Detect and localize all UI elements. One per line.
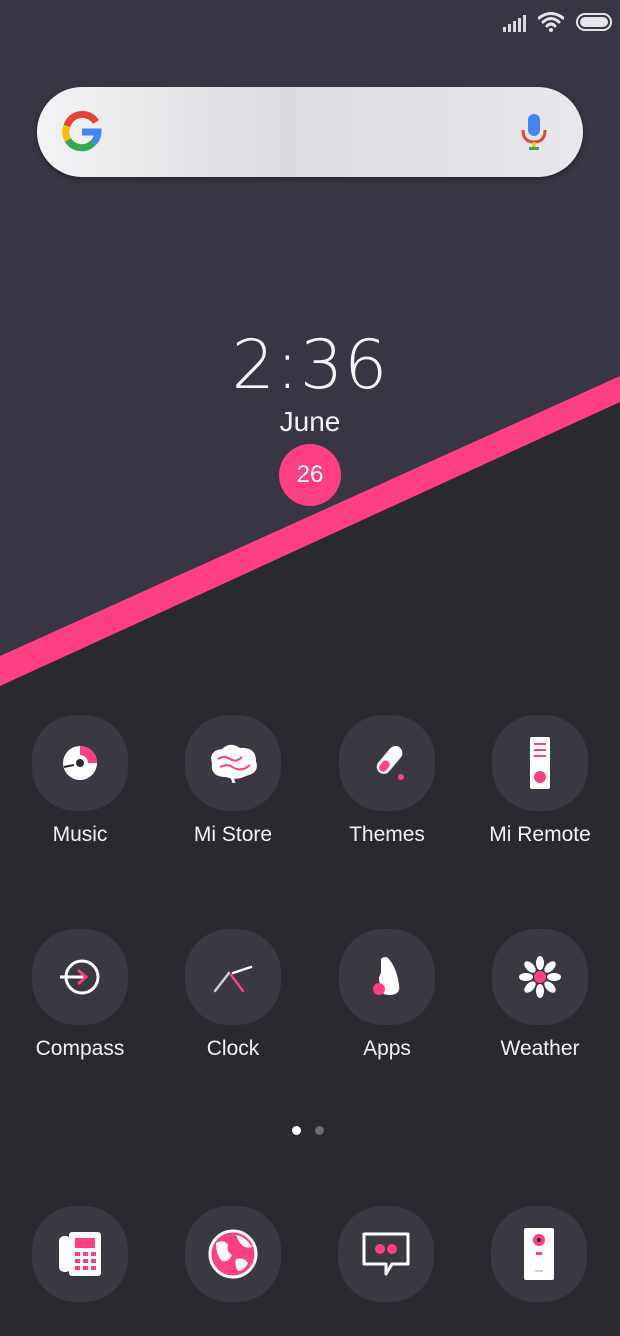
battery-icon	[576, 13, 612, 31]
page-indicator	[292, 1126, 324, 1135]
app-label: Weather	[500, 1037, 580, 1060]
app-themes[interactable]: Themes	[310, 715, 464, 847]
phone-icon	[59, 1232, 101, 1276]
app-mi-store[interactable]: Mi Store	[156, 715, 310, 847]
google-search-bar[interactable]	[37, 87, 583, 177]
music-disc-icon	[63, 746, 97, 780]
microphone-icon[interactable]	[519, 112, 549, 152]
app-label: Mi Store	[193, 823, 273, 846]
signal-icon	[503, 12, 526, 32]
app-mi-remote[interactable]: Mi Remote	[463, 715, 617, 847]
camera-icon	[524, 1228, 554, 1280]
app-clock[interactable]: Clock	[156, 929, 310, 1061]
app-label: Themes	[349, 823, 425, 846]
app-music[interactable]: Music	[3, 715, 157, 847]
message-icon	[362, 1232, 410, 1276]
bear-icon	[373, 957, 400, 995]
clock-hands-icon	[213, 965, 253, 993]
dock-messages[interactable]	[338, 1206, 434, 1302]
clock-time: 2:36	[231, 326, 389, 405]
app-weather[interactable]: Weather	[463, 929, 617, 1061]
sun-flower-icon	[519, 956, 561, 998]
dock-browser[interactable]	[185, 1206, 281, 1302]
clock-widget[interactable]: 2:36 June 26	[0, 328, 620, 506]
date-badge: 26	[279, 444, 341, 506]
app-apps[interactable]: Apps	[310, 929, 464, 1061]
app-label: Music	[52, 823, 108, 846]
remote-icon	[530, 737, 550, 789]
globe-icon	[208, 1229, 258, 1279]
page-dot-active	[292, 1126, 301, 1135]
arrow-in-circle-icon	[60, 959, 100, 995]
app-label: Clock	[206, 1037, 260, 1060]
dock-camera[interactable]	[491, 1206, 587, 1302]
test-tube-icon	[376, 746, 404, 780]
dock-phone[interactable]	[32, 1206, 128, 1302]
app-label: Compass	[35, 1037, 125, 1060]
clock-month: June	[279, 406, 341, 437]
app-label: Mi Remote	[489, 823, 591, 846]
google-g-icon	[62, 110, 102, 152]
wifi-icon	[538, 12, 564, 32]
brain-icon	[211, 744, 257, 783]
page-dot[interactable]	[315, 1126, 324, 1135]
status-bar	[503, 12, 612, 32]
app-compass[interactable]: Compass	[3, 929, 157, 1061]
app-label: Apps	[363, 1037, 411, 1060]
wallpaper	[0, 0, 620, 1336]
